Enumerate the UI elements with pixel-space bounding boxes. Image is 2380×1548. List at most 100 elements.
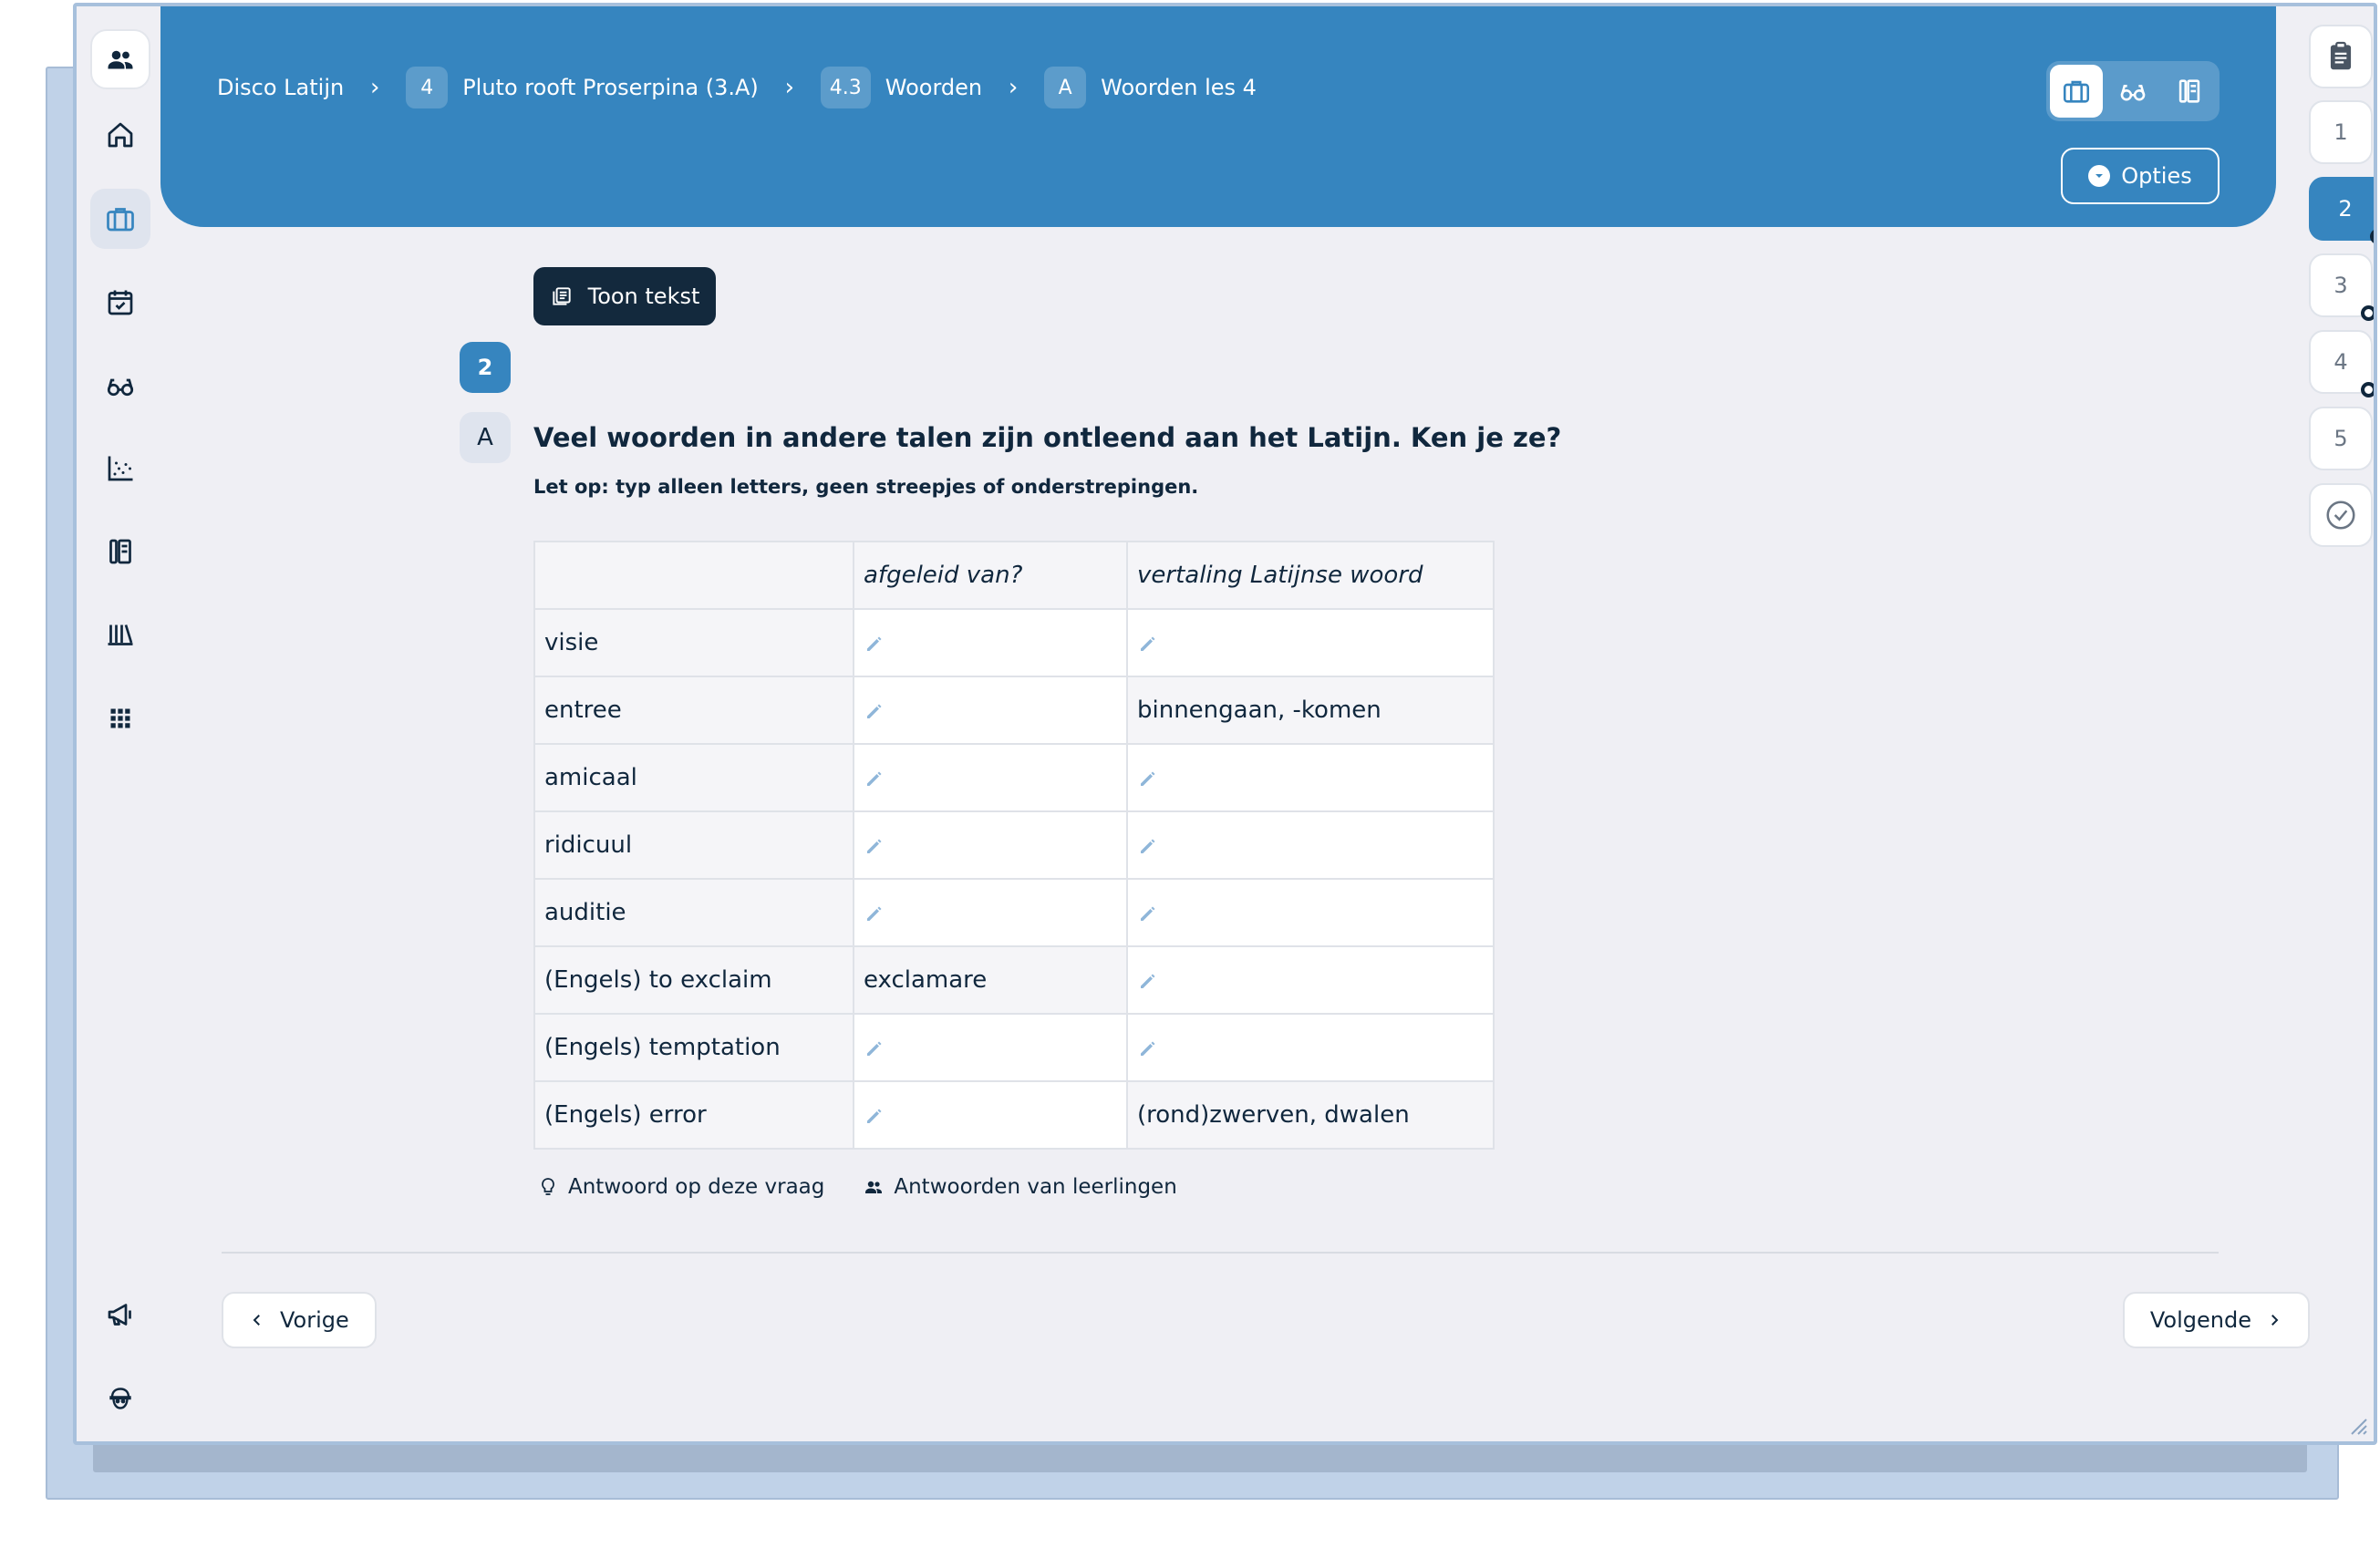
library-icon[interactable] [90, 604, 150, 665]
scatter-chart-icon[interactable] [90, 439, 150, 499]
afgeleid-cell-input[interactable] [853, 676, 1128, 745]
previous-button[interactable]: Vorige [222, 1292, 377, 1348]
clipboard-icon[interactable] [2309, 25, 2373, 88]
pencil-icon [867, 906, 882, 921]
toon-tekst-label: Toon tekst [587, 284, 700, 309]
afgeleid-cell-input[interactable] [853, 743, 1128, 812]
breadcrumb-badge: 4 [406, 67, 449, 108]
vertaling-cell-input[interactable] [1126, 743, 1495, 812]
word-cell: auditie [533, 878, 854, 947]
mode-book-icon[interactable] [2163, 65, 2216, 118]
avatar-face-icon[interactable] [90, 1368, 150, 1429]
people-icon[interactable] [90, 29, 150, 89]
next-button[interactable]: Volgende [2122, 1292, 2310, 1348]
question-rail: 1 2 3 4 5 [2292, 6, 2374, 1441]
afgeleid-cell-input[interactable] [853, 810, 1128, 880]
divider [222, 1252, 2219, 1254]
vertaling-cell-input[interactable] [1126, 878, 1495, 947]
afgeleid-cell-input[interactable] [853, 1080, 1128, 1150]
afgeleid-cell-input[interactable] [853, 878, 1128, 947]
resize-grip-icon[interactable] [2348, 1416, 2368, 1436]
table-row: auditie [533, 878, 1495, 947]
table-row: (Engels) error (rond)zwerven, dwalen [533, 1080, 1495, 1150]
question-number-badge: 2 [460, 342, 511, 393]
table-header [533, 541, 854, 610]
vertaling-cell-input[interactable] [1126, 810, 1495, 880]
table-header-row: afgeleid van? vertaling Latijnse woord [533, 541, 1495, 610]
calendar-check-icon[interactable] [90, 273, 150, 333]
table-header: afgeleid van? [853, 541, 1128, 610]
breadcrumb-label: Woorden les 4 [1101, 75, 1257, 100]
word-cell: entree [533, 676, 854, 745]
vertaling-cell-input[interactable] [1126, 1013, 1495, 1082]
chevron-down-icon [2088, 165, 2111, 187]
rail-label: 4 [2333, 349, 2348, 375]
word-cell: (Engels) to exclaim [533, 945, 854, 1015]
chevron-right-icon: › [1008, 74, 1019, 101]
breadcrumb-item-chapter[interactable]: 4 Pluto rooft Proserpina (3.A) [406, 67, 759, 108]
word-table: afgeleid van? vertaling Latijnse woord v… [533, 541, 1495, 1150]
student-answers-link[interactable]: Antwoorden van leerlingen [863, 1175, 1177, 1199]
glasses-icon[interactable] [90, 356, 150, 416]
word-cell: ridicuul [533, 810, 854, 880]
pencil-icon [867, 1041, 882, 1056]
chevron-right-icon: › [370, 74, 380, 101]
view-mode-toggle [2046, 61, 2220, 121]
question-title: Veel woorden in andere talen zijn ontlee… [533, 422, 1562, 453]
student-answers-label: Antwoorden van leerlingen [894, 1175, 1177, 1199]
afgeleid-cell-input[interactable] [853, 608, 1128, 677]
rail-question-4[interactable]: 4 [2309, 330, 2374, 397]
chevron-right-icon [2271, 1315, 2279, 1326]
left-sidebar [77, 6, 164, 1441]
book-icon[interactable] [90, 521, 150, 582]
rail-question-3[interactable]: 3 [2309, 253, 2374, 321]
opties-label: Opties [2121, 163, 2192, 189]
next-label: Volgende [2149, 1307, 2251, 1333]
apps-grid-icon[interactable] [90, 688, 150, 748]
table-header: vertaling Latijnse woord [1126, 541, 1495, 610]
lightbulb-icon [542, 1178, 554, 1195]
pencil-icon [1141, 974, 1155, 988]
table-row: ridicuul [533, 810, 1495, 880]
pencil-icon [1141, 906, 1155, 921]
megaphone-icon[interactable] [90, 1285, 150, 1345]
table-row: (Engels) to exclaim exclamare [533, 945, 1495, 1015]
people-icon [865, 1181, 883, 1193]
pencil-icon [1141, 1041, 1155, 1056]
progress-dot [2361, 305, 2374, 321]
pencil-icon [867, 636, 882, 651]
word-cell: (Engels) error [533, 1080, 854, 1150]
mode-briefcase-icon[interactable] [2050, 65, 2103, 118]
breadcrumb-item-exercise[interactable]: A Woorden les 4 [1044, 67, 1257, 108]
vertaling-cell-input[interactable] [1126, 608, 1495, 677]
mode-glasses-icon[interactable] [2106, 65, 2159, 118]
table-row: visie [533, 608, 1495, 677]
pencil-icon [867, 771, 882, 786]
rail-question-5[interactable]: 5 [2309, 407, 2373, 470]
rail-label: 5 [2333, 426, 2348, 451]
top-header: Disco Latijn › 4 Pluto rooft Proserpina … [160, 6, 2276, 227]
chevron-right-icon: › [784, 74, 794, 101]
check-circle-icon[interactable] [2309, 483, 2373, 547]
answer-link[interactable]: Antwoord op deze vraag [537, 1175, 824, 1199]
opties-button[interactable]: Opties [2061, 148, 2220, 204]
breadcrumb: Disco Latijn › 4 Pluto rooft Proserpina … [217, 67, 1257, 108]
word-cell: amicaal [533, 743, 854, 812]
pencil-icon [867, 704, 882, 718]
breadcrumb-item-course[interactable]: Disco Latijn [217, 75, 344, 100]
afgeleid-cell-input[interactable] [853, 1013, 1128, 1082]
breadcrumb-item-section[interactable]: 4.3 Woorden [820, 67, 982, 108]
briefcase-icon[interactable] [90, 189, 150, 249]
rail-question-2[interactable]: 2 [2309, 177, 2374, 244]
answer-link-label: Antwoord op deze vraag [568, 1175, 825, 1199]
toon-tekst-button[interactable]: Toon tekst [533, 267, 716, 325]
rail-question-1[interactable]: 1 [2309, 100, 2373, 164]
home-icon[interactable] [90, 105, 150, 165]
vertaling-cell-input[interactable] [1126, 945, 1495, 1015]
text-document-icon [552, 287, 571, 305]
afgeleid-cell: exclamare [853, 945, 1128, 1015]
question-part-badge: A [460, 412, 511, 463]
rail-label: 3 [2333, 273, 2348, 298]
vertaling-cell: binnengaan, -komen [1126, 676, 1495, 745]
vertaling-cell: (rond)zwerven, dwalen [1126, 1080, 1495, 1150]
